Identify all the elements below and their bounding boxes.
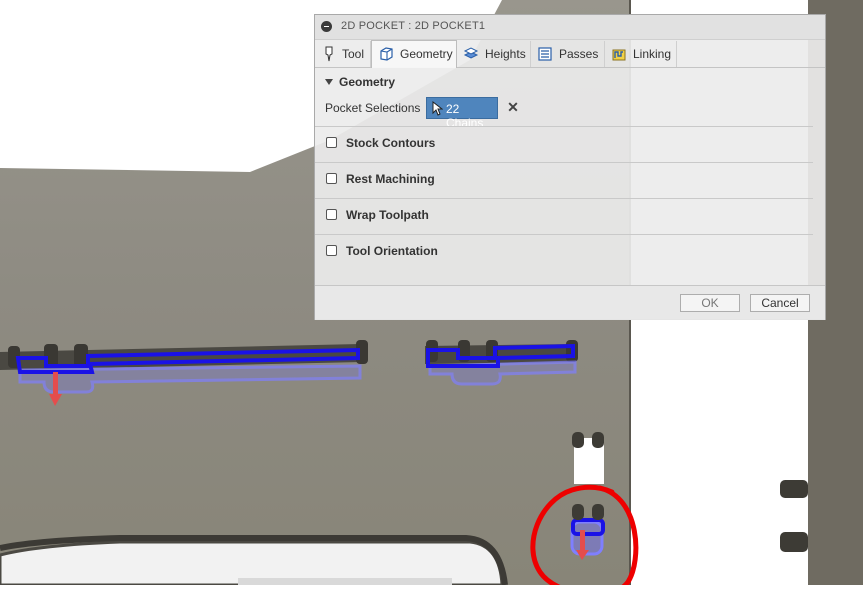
tool-orientation-label: Tool Orientation [346, 244, 438, 258]
tab-tool-label: Tool [342, 47, 365, 61]
geometry-icon [380, 47, 393, 61]
tab-linking-label: Linking [633, 47, 672, 61]
cursor-arrow-icon [432, 101, 443, 116]
divider [315, 162, 813, 163]
linking-icon [612, 49, 626, 61]
tool-icon [325, 46, 333, 62]
checkbox-icon [326, 137, 337, 148]
tab-heights-label: Heights [485, 47, 526, 61]
checkbox-icon [326, 173, 337, 184]
tab-linking[interactable]: Linking [605, 41, 677, 67]
wrap-toolpath-label: Wrap Toolpath [346, 208, 429, 222]
tab-geometry-label: Geometry [400, 47, 453, 61]
ok-button[interactable]: OK [680, 294, 740, 312]
divider [315, 198, 813, 199]
dialog-title: 2D POCKET : 2D POCKET1 [341, 20, 486, 32]
heights-icon [463, 47, 479, 59]
divider [315, 234, 813, 235]
right-notches [780, 480, 808, 552]
pocket-selections-button[interactable]: 22 Chains [426, 97, 498, 130]
divider [315, 126, 813, 127]
checkbox-icon [326, 209, 337, 220]
clear-selection-icon[interactable]: ✕ [506, 99, 520, 115]
expand-caret-icon [325, 79, 333, 85]
section-title: Geometry [339, 75, 396, 89]
collapse-icon[interactable] [321, 21, 332, 32]
tab-tool[interactable]: Tool [315, 41, 371, 67]
geometry-section-header[interactable]: Geometry [325, 75, 395, 89]
stock-contours-label: Stock Contours [346, 136, 436, 150]
checkbox-icon [326, 245, 337, 256]
dialog-titlebar[interactable]: 2D POCKET : 2D POCKET1 [315, 15, 825, 40]
passes-icon [538, 47, 552, 61]
rest-machining-label: Rest Machining [346, 172, 435, 186]
top-slot [0, 0, 314, 165]
pocket-selections-label: Pocket Selections [325, 101, 421, 115]
pocket-dialog: 2D POCKET : 2D POCKET1 Tool Geometry Hei… [314, 14, 826, 320]
cancel-button[interactable]: Cancel [750, 294, 810, 312]
viewport-toolbar[interactable] [238, 578, 452, 586]
tab-heights[interactable]: Heights [457, 41, 531, 67]
tab-geometry[interactable]: Geometry [371, 40, 457, 68]
tab-passes[interactable]: Passes [531, 41, 605, 67]
tab-bar: Tool Geometry Heights Passes Linking [315, 39, 825, 68]
tab-passes-label: Passes [559, 47, 599, 61]
dialog-footer: OK Cancel [315, 285, 825, 320]
